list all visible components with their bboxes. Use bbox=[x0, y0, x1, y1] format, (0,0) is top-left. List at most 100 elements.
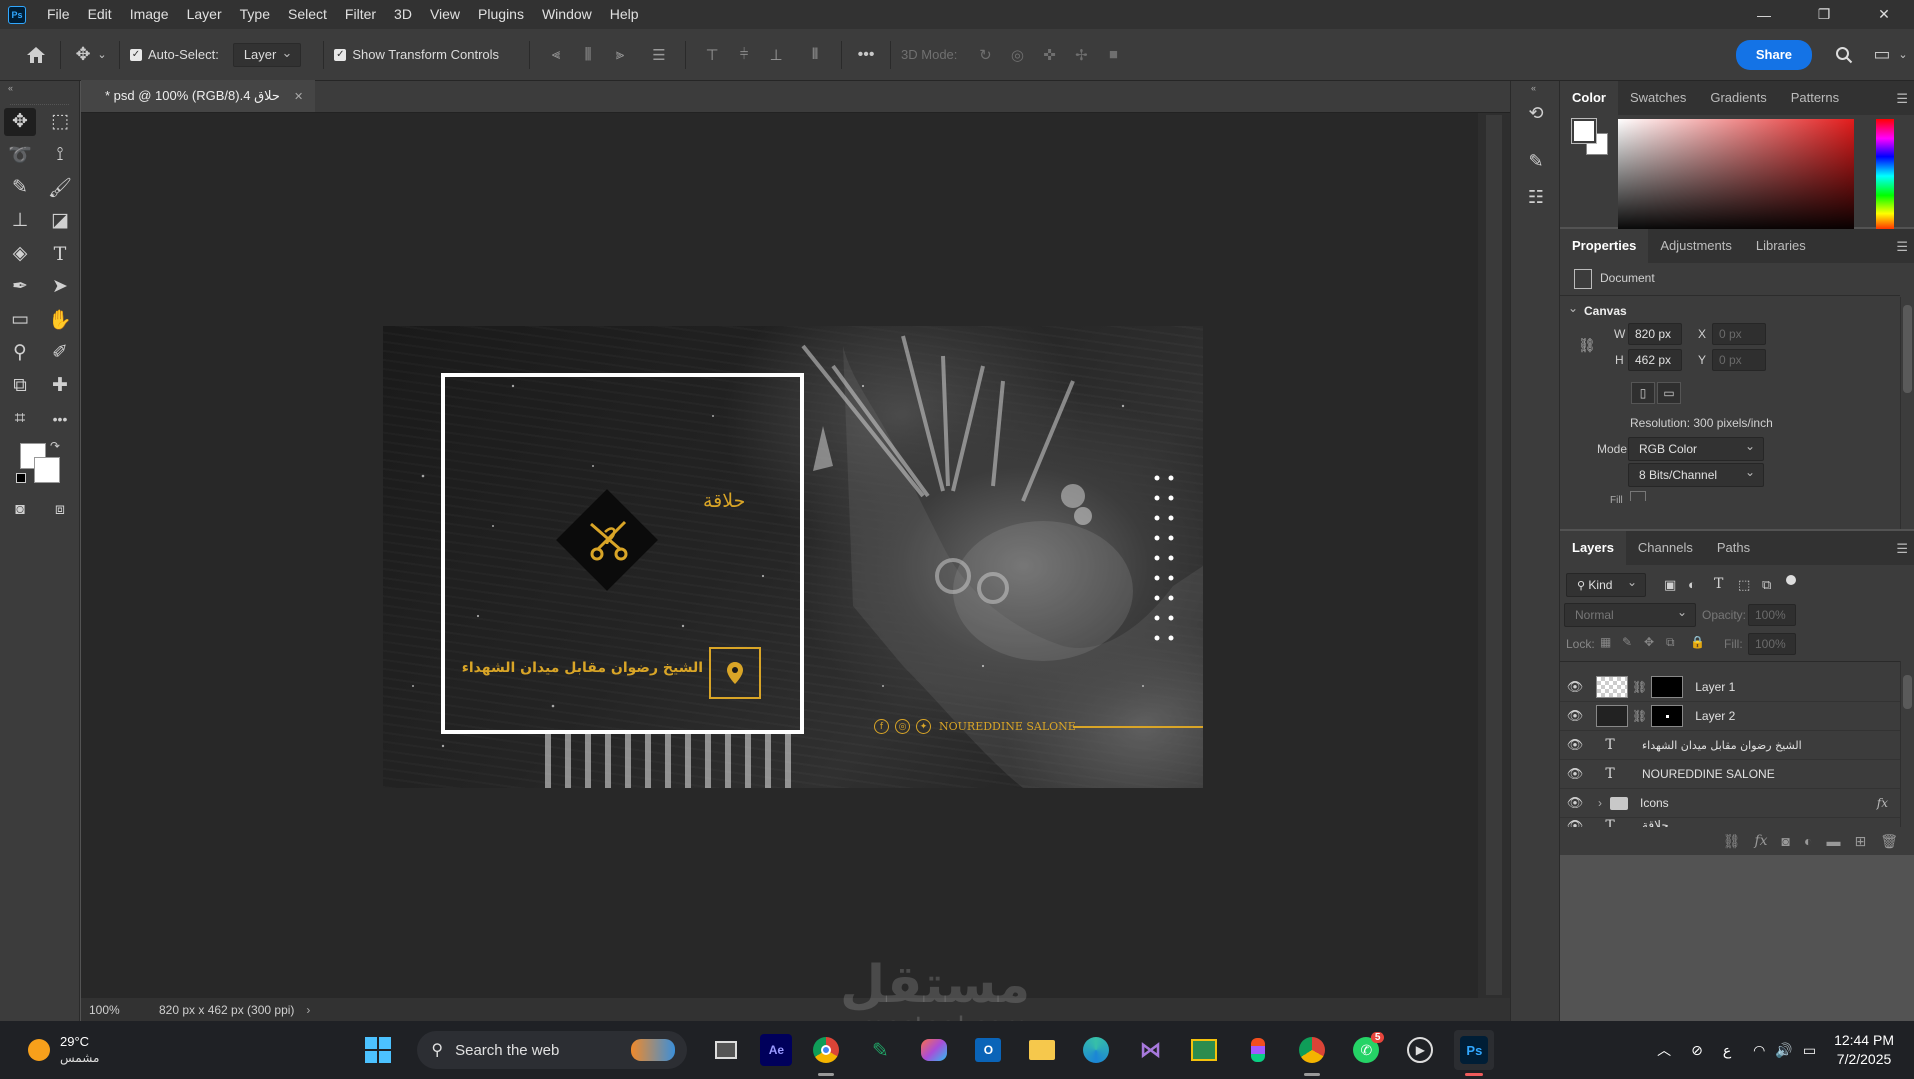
brush-tool-icon[interactable]: 🖌 bbox=[44, 174, 76, 202]
crop-tool-icon[interactable]: ⌗ bbox=[4, 405, 36, 433]
collapse-side-icon[interactable]: « bbox=[1511, 81, 1559, 95]
stamp-tool-icon[interactable]: ⊥ bbox=[4, 207, 36, 235]
tab-channels[interactable]: Channels bbox=[1626, 531, 1705, 565]
lock-all-icon[interactable]: 🔒 bbox=[1690, 635, 1705, 649]
new-adjustment-icon[interactable]: ◐ bbox=[1804, 833, 1812, 849]
object-select-tool-icon[interactable]: ⟟ bbox=[44, 141, 76, 169]
volume-icon[interactable]: 🔊 bbox=[1775, 1042, 1792, 1059]
artboard-tool-icon[interactable]: ⧉ bbox=[4, 372, 36, 400]
filter-pixel-icon[interactable]: ▣ bbox=[1664, 577, 1676, 593]
layer-row[interactable]: 👁 T حلاقة bbox=[1560, 818, 1900, 827]
layer-row[interactable]: 👁 ⛓ Layer 1 bbox=[1560, 673, 1900, 702]
history-icon[interactable]: ⟲ bbox=[1511, 95, 1561, 131]
chrome-profile-icon[interactable] bbox=[1292, 1030, 1332, 1076]
menu-select[interactable]: Select bbox=[279, 0, 336, 29]
screen-mode-icon[interactable]: ⧈ bbox=[44, 496, 76, 524]
menu-edit[interactable]: Edit bbox=[79, 0, 121, 29]
3d-slide-icon[interactable]: ✢ bbox=[1068, 42, 1094, 68]
align-top-icon[interactable]: ⊤ bbox=[699, 42, 725, 68]
hue-slider[interactable] bbox=[1876, 119, 1894, 233]
share-button[interactable]: Share bbox=[1735, 39, 1812, 70]
tray-language[interactable]: ع bbox=[1723, 1042, 1731, 1059]
layer-row[interactable]: 👁 T الشيخ رضوان مقابل ميدان الشهداء bbox=[1560, 731, 1900, 760]
menu-3d[interactable]: 3D bbox=[385, 0, 421, 29]
layer-row[interactable]: 👁 T NOUREDDINE SALONE bbox=[1560, 760, 1900, 789]
classroom-icon[interactable] bbox=[1184, 1030, 1224, 1070]
landscape-orientation-icon[interactable]: ▭ bbox=[1657, 382, 1681, 404]
quick-mask-icon[interactable]: ◙ bbox=[4, 496, 36, 524]
align-left-icon[interactable]: ⫷ bbox=[543, 42, 569, 68]
eye-icon[interactable]: 👁 bbox=[1560, 708, 1590, 724]
align-hcenter-icon[interactable]: ⫼ bbox=[575, 42, 601, 68]
collapse-toolbox-icon[interactable]: « bbox=[0, 81, 79, 95]
menu-help[interactable]: Help bbox=[601, 0, 648, 29]
eye-icon[interactable]: 👁 bbox=[1560, 795, 1590, 811]
start-button[interactable] bbox=[358, 1030, 398, 1070]
document-tab[interactable]: حلاق 4.psd @ 100% (RGB/8) * ✕ bbox=[81, 80, 316, 112]
menu-file[interactable]: File bbox=[38, 0, 79, 29]
add-style-icon[interactable]: fx bbox=[1754, 833, 1767, 849]
tab-libraries[interactable]: Libraries bbox=[1744, 229, 1818, 263]
lock-pixels-icon[interactable]: ✎ bbox=[1622, 635, 1632, 649]
tab-layers[interactable]: Layers bbox=[1560, 531, 1626, 565]
type-tool-icon[interactable]: T bbox=[44, 240, 76, 268]
background-color-swatch[interactable] bbox=[34, 457, 60, 483]
distribute-vertical-icon[interactable]: ⦀ bbox=[802, 42, 828, 68]
menu-layer[interactable]: Layer bbox=[178, 0, 231, 29]
chrome-icon[interactable] bbox=[806, 1030, 846, 1076]
3d-camera-icon[interactable]: ■ bbox=[1100, 42, 1126, 68]
zoom-tool-icon[interactable]: ⚲ bbox=[4, 339, 36, 367]
eye-icon[interactable]: 👁 bbox=[1560, 679, 1590, 695]
delete-layer-icon[interactable]: 🗑 bbox=[1880, 833, 1898, 850]
y-input[interactable]: 0 px bbox=[1712, 349, 1766, 371]
panel-menu-icon[interactable]: ☰ bbox=[1896, 541, 1908, 557]
clock[interactable]: 12:44 PM 7/2/2025 bbox=[1834, 1031, 1894, 1069]
weather-widget[interactable]: 29°C مشمس bbox=[28, 1033, 99, 1067]
link-dimensions-icon[interactable]: ⛓ bbox=[1578, 337, 1596, 354]
show-transform-checkbox[interactable]: ✓ bbox=[334, 48, 347, 61]
whatsapp-icon[interactable]: ✆ 5 bbox=[1346, 1030, 1386, 1070]
minimize-button[interactable]: — bbox=[1734, 0, 1794, 29]
wifi-icon[interactable]: ◠ bbox=[1753, 1042, 1765, 1059]
zoom-level[interactable]: 100% bbox=[89, 1003, 159, 1017]
foreground-swatch[interactable] bbox=[1571, 118, 1597, 144]
layer-row[interactable]: 👁 ⛓ Layer 2 bbox=[1560, 702, 1900, 731]
fx-icon[interactable]: fx bbox=[1877, 796, 1888, 810]
auto-select-dropdown[interactable]: Layer bbox=[232, 42, 302, 67]
lasso-tool-icon[interactable]: ➰ bbox=[4, 141, 36, 169]
x-input[interactable]: 0 px bbox=[1712, 323, 1766, 345]
menu-filter[interactable]: Filter bbox=[336, 0, 385, 29]
tab-patterns[interactable]: Patterns bbox=[1779, 81, 1851, 115]
move-tool-icon[interactable]: ✥ bbox=[4, 107, 36, 136]
panel-menu-icon[interactable]: ☰ bbox=[1896, 239, 1908, 255]
close-button[interactable]: ✕ bbox=[1854, 0, 1914, 29]
fill-input[interactable]: 100% bbox=[1748, 633, 1796, 655]
align-right-icon[interactable]: ⫸ bbox=[607, 42, 633, 68]
marquee-tool-icon[interactable]: ⬚ bbox=[44, 108, 76, 136]
canvas-artwork[interactable]: حلاقة الشيخ رضوان مقابل ميدان الشهداء f … bbox=[383, 326, 1203, 788]
menu-view[interactable]: View bbox=[421, 0, 469, 29]
paint-bucket-tool-icon[interactable]: ◈ bbox=[4, 240, 36, 268]
opacity-input[interactable]: 100% bbox=[1748, 604, 1796, 626]
filter-type-icon[interactable]: T bbox=[1714, 576, 1723, 592]
battery-icon[interactable]: ▭ bbox=[1803, 1042, 1816, 1059]
filter-shape-icon[interactable]: ⬚ bbox=[1738, 577, 1750, 593]
3d-pan-icon[interactable]: ✜ bbox=[1036, 42, 1062, 68]
mode-dropdown[interactable]: RGB Color bbox=[1628, 435, 1764, 461]
filter-toggle-icon[interactable] bbox=[1786, 575, 1796, 585]
adjustments-sliders-icon[interactable]: ☷ bbox=[1511, 179, 1561, 215]
canvas-collapse-icon[interactable]: ⌄ bbox=[1568, 301, 1578, 315]
workspace-icon[interactable]: ▭ bbox=[1868, 44, 1896, 65]
menu-type[interactable]: Type bbox=[231, 0, 279, 29]
width-input[interactable]: 820 px bbox=[1628, 323, 1682, 345]
tab-swatches[interactable]: Swatches bbox=[1618, 81, 1698, 115]
layer-mask-thumbnail[interactable] bbox=[1651, 676, 1684, 698]
photoshop-taskbar-icon[interactable]: Ps bbox=[1454, 1030, 1495, 1076]
outlook-icon[interactable]: O bbox=[968, 1030, 1008, 1070]
lock-artboard-icon[interactable]: ⧉ bbox=[1666, 635, 1675, 650]
excel-icon[interactable]: ✎ bbox=[860, 1030, 900, 1070]
chevron-down-icon[interactable]: ⌄ bbox=[95, 48, 109, 61]
eye-icon[interactable]: 👁 bbox=[1560, 737, 1590, 753]
tab-color[interactable]: Color bbox=[1560, 81, 1618, 115]
eye-icon[interactable]: 👁 bbox=[1560, 818, 1590, 827]
